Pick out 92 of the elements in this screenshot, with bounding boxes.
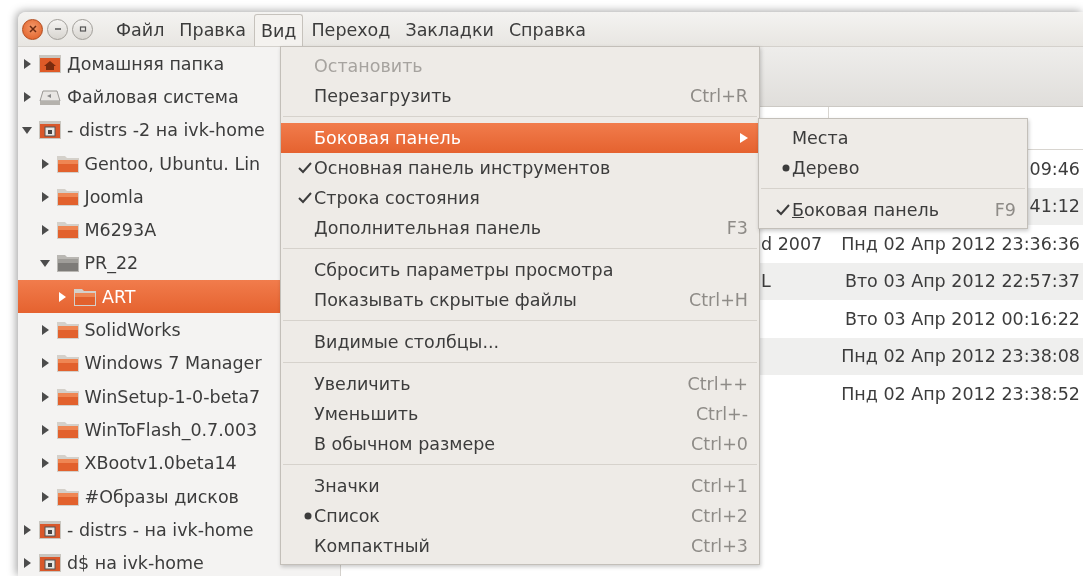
- collapsed-arrow-icon[interactable]: [39, 391, 50, 402]
- table-cell: Вто 03 Апр 2012 22:57:37: [844, 271, 1080, 292]
- menu-item[interactable]: В обычном размере Ctrl+0: [281, 429, 759, 459]
- home-folder-icon: [38, 53, 62, 74]
- menu-item[interactable]: Компактный Ctrl+3: [281, 531, 759, 561]
- table-cell: Пнд 02 Апр 2012 23:38:52: [841, 383, 1080, 404]
- menu-bar-item[interactable]: Правка: [172, 14, 253, 46]
- collapsed-arrow-icon[interactable]: [39, 158, 50, 169]
- menu-item[interactable]: Строка состояния: [281, 183, 759, 213]
- menu-item-label: Уменьшить: [314, 404, 420, 424]
- collapsed-arrow-icon[interactable]: [39, 491, 50, 502]
- menu-item[interactable]: Боковая панель F9: [759, 195, 1027, 225]
- collapsed-arrow-icon[interactable]: [22, 558, 32, 569]
- collapsed-arrow-icon[interactable]: [39, 191, 50, 202]
- menu-item[interactable]: Уменьшить Ctrl+-: [281, 399, 759, 429]
- folder-icon: [55, 419, 80, 440]
- table-cell: L: [761, 271, 771, 292]
- collapsed-arrow-icon[interactable]: [39, 358, 50, 369]
- shortcut-label: Ctrl+1: [691, 476, 748, 496]
- shortcut-label: Ctrl+0: [691, 434, 748, 454]
- menu-item-label: Боковая панель: [314, 128, 462, 148]
- menu-item-label: Значки: [314, 476, 381, 496]
- menu-item[interactable]: Дополнительная панель F3: [281, 213, 759, 243]
- menu-item[interactable]: Список Ctrl+2: [281, 501, 759, 531]
- menu-item-label: Остановить: [314, 56, 424, 76]
- folder-icon: [55, 186, 80, 207]
- menu-item-label: Список: [314, 506, 381, 526]
- menu-item[interactable]: Дерево: [759, 153, 1027, 183]
- shortcut-label: F9: [994, 200, 1016, 220]
- menu-item[interactable]: Места: [759, 123, 1027, 153]
- table-cell: Пнд 02 Апр 2012 23:38:08: [841, 346, 1080, 367]
- collapsed-arrow-icon[interactable]: [22, 91, 32, 102]
- collapsed-arrow-icon[interactable]: [39, 325, 50, 335]
- menu-item-label: Сбросить параметры просмотра: [314, 260, 615, 280]
- menu-item-label: Видимые столбцы...: [314, 332, 501, 352]
- expanded-arrow-icon[interactable]: [22, 125, 32, 136]
- collapsed-arrow-icon[interactable]: [22, 524, 32, 535]
- submenu-arrow-icon: [740, 133, 748, 143]
- minimize-button[interactable]: [47, 18, 68, 40]
- collapsed-arrow-icon[interactable]: [22, 58, 32, 69]
- menu-item-label: В обычном размере: [314, 434, 497, 454]
- menu-bar-item[interactable]: Переход: [304, 14, 398, 46]
- menu-item[interactable]: Перезагрузить Ctrl+R: [281, 81, 759, 111]
- close-icon: [27, 24, 38, 34]
- collapsed-arrow-icon[interactable]: [39, 424, 50, 435]
- shortcut-label: Ctrl++: [687, 374, 748, 394]
- shortcut-label: F3: [726, 218, 748, 238]
- menu-bar-item[interactable]: Вид: [253, 14, 304, 46]
- menu-bar-item[interactable]: Закладки: [398, 14, 501, 46]
- expanded-arrow-icon[interactable]: [39, 258, 50, 269]
- close-button[interactable]: [22, 18, 43, 40]
- menu-item-label: Увеличить: [314, 374, 412, 394]
- menu-bar-item[interactable]: Справка: [501, 14, 593, 46]
- folder-icon: [55, 320, 80, 340]
- folder-icon: [55, 453, 80, 474]
- collapsed-arrow-icon[interactable]: [39, 458, 50, 469]
- menu-item-label: Места: [792, 128, 850, 148]
- menu-item-label: Компактный: [314, 536, 431, 556]
- network-folder-icon: [38, 519, 62, 540]
- folder-icon: [55, 353, 80, 374]
- table-cell: 41:12: [1029, 196, 1080, 217]
- menu-item[interactable]: Основная панель инструментов: [281, 153, 759, 183]
- menu-item[interactable]: Увеличить Ctrl++: [281, 369, 759, 399]
- table-cell: d 2007: [761, 233, 823, 254]
- table-cell: Пнд 02 Апр 2012 23:36:36: [841, 233, 1080, 254]
- menu-item[interactable]: Видимые столбцы...: [281, 327, 759, 357]
- menu-item-label: Дерево: [792, 158, 861, 178]
- menu-item-label: Строка состояния: [314, 188, 481, 208]
- shortcut-label: Ctrl+3: [691, 536, 748, 556]
- collapsed-arrow-icon[interactable]: [39, 225, 50, 236]
- shortcut-label: Ctrl+H: [689, 290, 748, 310]
- folder-icon: [55, 486, 80, 507]
- menu-item-label: Дополнительная панель: [314, 218, 543, 238]
- folder-icon: [55, 153, 80, 174]
- folder-icon: [73, 286, 97, 307]
- table-cell: Вто 03 Апр 2012 00:16:22: [844, 308, 1080, 329]
- maximize-button[interactable]: [72, 18, 93, 40]
- menu-item[interactable]: Значки Ctrl+1: [281, 471, 759, 501]
- folder-icon: [55, 386, 80, 407]
- shortcut-label: Ctrl+R: [690, 86, 748, 106]
- menu-bar-item[interactable]: Файл: [109, 14, 172, 46]
- menu-item-label: Боковая панель: [792, 200, 940, 220]
- folder-icon: [55, 253, 80, 274]
- folder-icon: [55, 220, 80, 241]
- maximize-icon: [77, 24, 88, 34]
- menu-item-label: Перезагрузить: [314, 86, 453, 106]
- shortcut-label: Ctrl+2: [691, 506, 748, 526]
- menu-item-label: Основная панель инструментов: [314, 158, 612, 178]
- table-cell: 09:46: [1029, 158, 1080, 179]
- network-folder-icon: [38, 120, 62, 141]
- network-folder-icon: [38, 553, 62, 574]
- shortcut-label: Ctrl+-: [695, 404, 748, 424]
